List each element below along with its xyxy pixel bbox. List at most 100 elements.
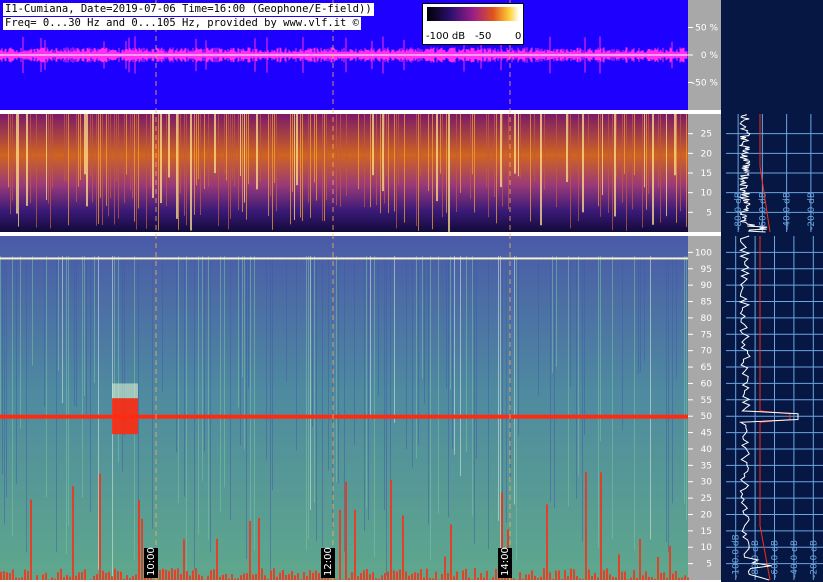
colorbar-label-max: 0 [515, 31, 522, 42]
spectrogram-high-streak [296, 256, 297, 451]
spectrogram-high-low-burst [417, 572, 419, 580]
spectrogram-high-low-burst [588, 569, 590, 580]
spectrogram-high-tick-label: 15 [701, 527, 712, 537]
spectrogram-high-tick-label: 25 [701, 494, 712, 504]
spectrogram-high-low-burst [264, 575, 266, 580]
vlf-chart: 50 %0 %-50 %2520151051009590858075706560… [0, 0, 823, 582]
spectrogram-high-low-burst [75, 575, 77, 580]
spectrogram-low-streak [292, 114, 293, 192]
spectrogram-low-streak [382, 114, 384, 192]
spectrogram-low-tick-label: 20 [701, 149, 713, 159]
spectrogram-high-streak [514, 256, 515, 505]
spectrogram-high-low-burst [366, 569, 368, 580]
spectrogram-high-low-burst [312, 572, 314, 580]
spectrogram-low-streak [418, 114, 419, 231]
spectrogram-high-low-burst [252, 574, 254, 580]
spectrogram-low-streak [686, 114, 687, 227]
spectrogram-high-streak [374, 256, 375, 557]
spectrogram-high-streak [684, 256, 685, 504]
spectrogram-low-streak [612, 114, 613, 231]
spectrogram-low-streak [570, 114, 571, 229]
spectrogram-high-low-burst [126, 575, 128, 580]
spectrogram-high-low-burst [108, 571, 110, 580]
spectrum-high-xtick-label: -40.0 dB [790, 540, 800, 578]
spectrogram-high-low-burst [432, 578, 434, 580]
spectrogram-high-streak [366, 256, 367, 509]
spectrogram-high-low-burst [363, 570, 365, 580]
spectrogram-high-low-burst [426, 568, 428, 580]
spectrogram-high-low-burst [393, 570, 395, 580]
spectrogram-high-low-burst [306, 576, 308, 580]
spectrogram-low-streak [230, 114, 231, 219]
spectrogram-low-streak [226, 114, 227, 181]
spectrogram-high-streak [246, 256, 247, 560]
spectrogram-high-streak [6, 256, 7, 498]
spectrogram-high-streak [498, 256, 499, 521]
spectrogram-low-streak [540, 114, 542, 226]
spectrogram-high-low-burst [60, 568, 62, 580]
spectrogram-high-streak [176, 256, 177, 453]
spectrogram-low-streak [234, 114, 235, 187]
spectrogram-high-low-burst [414, 572, 416, 580]
spectrogram-high-streak [208, 256, 209, 540]
spectrogram-high-low-burst [435, 571, 437, 580]
spectrogram-high-low-burst [93, 575, 95, 580]
spectrogram-high-tick-label: 55 [701, 396, 712, 406]
spectrogram-low-streak [376, 114, 377, 206]
spectrogram-high-low-burst [78, 572, 80, 580]
spectrogram-low-streak [582, 114, 584, 213]
spectrogram-low-streak [48, 114, 49, 204]
spectrogram-high-low-burst [672, 573, 674, 580]
spectrogram-high-low-burst [657, 556, 659, 580]
spectrogram-high-streak [98, 256, 99, 570]
spectrogram-low-tick-label: 25 [701, 130, 712, 140]
spectrogram-high-low-burst [678, 577, 680, 580]
spectrogram-high-low-burst [213, 569, 215, 580]
spectrogram-high-low-burst [534, 575, 536, 580]
spectrogram-high-low-burst [186, 571, 188, 580]
spectrogram-high-streak [390, 256, 391, 482]
time-label: 12:00 [323, 547, 334, 576]
spectrogram-low-streak [124, 114, 125, 203]
spectrogram-high-streak [2, 256, 3, 475]
spectrogram-high-low-burst [66, 575, 68, 580]
spectrogram-high-streak [178, 256, 179, 504]
spectrogram-low-streak [268, 114, 269, 216]
spectrogram-low-streak [674, 114, 676, 176]
spectrogram-high-streak [466, 256, 467, 452]
spectrogram-high-low-burst [594, 572, 596, 580]
spectrogram-low-streak [90, 114, 91, 177]
spectrogram-low-streak [116, 114, 117, 181]
spectrogram-high-streak [306, 256, 307, 551]
spectrogram-low-streak [168, 114, 170, 178]
spectrogram-high-low-burst [666, 577, 668, 580]
spectrogram-high-low-burst [228, 578, 230, 580]
spectrogram-low-streak [176, 114, 178, 219]
spectrogram-high-low-burst [354, 509, 356, 580]
spectrogram-high-low-burst [465, 568, 467, 580]
spectrogram-high-low-burst [480, 573, 482, 580]
spectrogram-high-low-burst [195, 568, 197, 580]
colorbar-label-mid: -50 [475, 31, 492, 42]
spectrogram-low-streak [396, 114, 397, 229]
spectrogram-high-streak [344, 256, 345, 552]
spectrogram-high-streak [638, 256, 639, 374]
spectrogram-low-streak [646, 114, 647, 210]
spectrogram-high-streak [368, 256, 369, 521]
spectrogram-high-low-burst [114, 568, 116, 580]
spectrogram-low-streak [130, 114, 131, 191]
spectrogram-high-streak [460, 256, 461, 476]
spectrogram-low-streak [80, 114, 81, 180]
spectrogram-low-streak [676, 114, 677, 223]
spectrogram-low-streak [322, 114, 323, 221]
spectrogram-high-streak [242, 256, 243, 377]
spectrogram-low-streak [398, 114, 399, 185]
spectrogram-high-low-burst [639, 538, 641, 580]
spectrogram-low-streak [634, 114, 635, 176]
spectrogram-high-low-burst [468, 577, 470, 580]
spectrogram-high-streak [488, 256, 489, 549]
spectrogram-high-tick-label: 90 [701, 281, 713, 291]
spectrogram-high-low-burst [99, 473, 101, 580]
spectrogram-low-streak [76, 114, 77, 202]
spectrogram-high-low-burst [528, 574, 530, 580]
